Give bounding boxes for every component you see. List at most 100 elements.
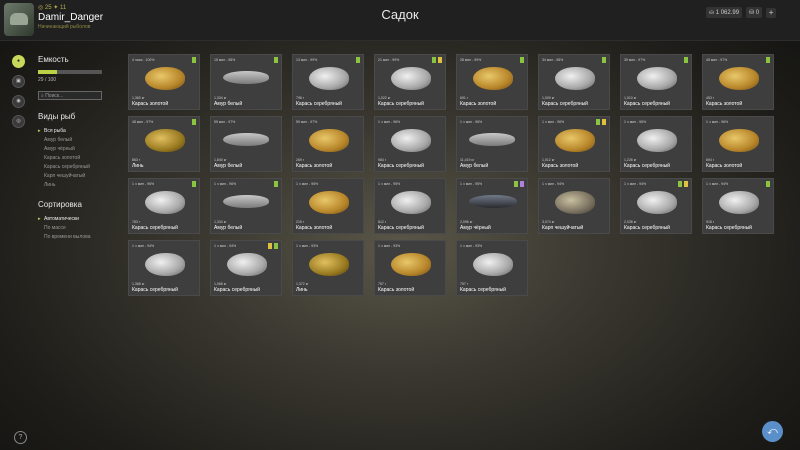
search-input[interactable]: ⌕ Поиск... (38, 91, 102, 100)
fish-card[interactable]: 1 ч мин - 96% 783 г Карась серебряный (128, 178, 200, 234)
fish-card[interactable]: 1 ч мин - 93% 1,372 кг Линь (292, 240, 364, 296)
fish-weight: 453 г (706, 96, 715, 100)
fish-catch-time: 1 ч мин - 94% (132, 244, 155, 248)
fish-catch-time: 1 ч мин - 94% (214, 244, 237, 248)
fish-weight: 1,009 кг (542, 96, 555, 100)
fish-catch-time: 55 мин - 97% (214, 120, 236, 124)
sort-option[interactable]: По времени вылова (38, 233, 106, 242)
fish-weight: 3,074 кг (542, 220, 555, 224)
fish-name: Карась золотой (296, 163, 333, 169)
fish-card[interactable]: 1 ч мин - 96% 1,012 кг Карась золотой (538, 116, 610, 172)
fish-card[interactable]: 1 ч мин - 94% 918 г Карась серебряный (702, 178, 774, 234)
fish-weight: 1,368 кг (132, 282, 145, 286)
fish-catch-time: 48 мин - 97% (132, 120, 154, 124)
fish-name: Карась серебряный (378, 225, 424, 231)
fish-card[interactable]: 1 ч мин - 94% 3,074 кг Карп чешуйчатый (538, 178, 610, 234)
fish-card[interactable]: 28 мин - 99% 691 г Карась золотой (456, 54, 528, 110)
species-filter-option[interactable]: Амур чёрный (38, 145, 106, 154)
search-placeholder: Поиск... (45, 93, 64, 99)
fish-catch-time: 21 мин - 99% (378, 58, 400, 62)
fish-card[interactable]: 1 ч мин - 94% 1,068 кг Карась серебряный (210, 240, 282, 296)
fish-card[interactable]: 45 мин - 97% 453 г Карась золотой (702, 54, 774, 110)
species-filter-option[interactable]: Амур белый (38, 136, 106, 145)
shop-nav-icon[interactable]: ◉ (12, 95, 25, 108)
fish-card[interactable]: 1 ч мин - 95% 812 г Карась серебряный (374, 178, 446, 234)
fish-card[interactable]: 55 мин - 97% 1,840 кг Амур белый (210, 116, 282, 172)
fish-card[interactable]: 21 мин - 99% 1,022 кг Карась серебряный (374, 54, 446, 110)
fish-image (223, 71, 269, 84)
fish-catch-time: 1 ч мин - 96% (542, 120, 565, 124)
fish-card[interactable]: 15 мин - 98% 1,334 кг Амур белый (210, 54, 282, 110)
fish-card[interactable]: 59 мин - 97% 269 г Карась золотой (292, 116, 364, 172)
keepnet-nav-icon[interactable]: ● (12, 55, 25, 68)
fish-card[interactable]: 13 мин - 99% 798 г Карась серебряный (292, 54, 364, 110)
species-filter-option[interactable]: Карась серебряный (38, 163, 106, 172)
sort-option[interactable]: Автоматически (38, 215, 106, 224)
fish-card[interactable]: 4 часа - 100% 1,360 кг Карась золотой (128, 54, 200, 110)
trophy-flag-icon (766, 57, 770, 63)
fish-card[interactable]: 1 ч мин - 94% 1,368 кг Карась серебряный (128, 240, 200, 296)
fish-weight: 1,012 кг (542, 158, 555, 162)
fish-weight: 1,010 кг (624, 96, 637, 100)
sort-option[interactable]: По массе (38, 224, 106, 233)
inventory-nav-icon[interactable]: ▣ (12, 75, 25, 88)
species-filter-option[interactable]: Карась золотой (38, 154, 106, 163)
fish-card[interactable]: 1 ч мин - 96% 984 г Карась серебряный (374, 116, 446, 172)
fish-card[interactable]: 1 ч мин - 96% 215 г Карась золотой (292, 178, 364, 234)
fish-name: Амур белый (214, 163, 243, 169)
fish-name: Карась серебряный (378, 163, 424, 169)
trophy-flag-icon (602, 57, 606, 63)
fish-card[interactable]: 34 мин - 98% 1,009 кг Карась серебряный (538, 54, 610, 110)
trophy-flag-icon (514, 181, 518, 187)
trophy-flag-icon (684, 57, 688, 63)
fish-image (555, 129, 595, 152)
fish-catch-time: 1 ч мин - 96% (378, 120, 401, 124)
misc-nav-icon[interactable]: ◎ (12, 115, 25, 128)
fish-name: Карась серебряный (296, 101, 342, 107)
fish-weight: 1,334 кг (214, 96, 227, 100)
fish-image (227, 253, 267, 276)
fish-weight: 2,038 кг (624, 220, 637, 224)
release-fish-button[interactable]: ⤺ (762, 421, 783, 442)
fish-name: Амур чёрный (460, 225, 491, 231)
species-title: Виды рыб (38, 112, 76, 121)
fish-catch-time: 1 ч мин - 95% (378, 182, 401, 186)
capacity-title: Емкость (38, 55, 69, 64)
fish-card[interactable]: 1 ч мин - 95% 2,096 кг Амур чёрный (456, 178, 528, 234)
fish-card[interactable]: 1 ч мин - 96% 694 г Карась золотой (702, 116, 774, 172)
fish-catch-time: 39 мин - 97% (624, 58, 646, 62)
species-filter-option[interactable]: Вся рыба (38, 127, 106, 136)
fish-card[interactable]: 1 ч мин - 93% 757 г Карась золотой (374, 240, 446, 296)
fish-card[interactable]: 1 ч мин - 96% 1,334 кг Амур белый (210, 178, 282, 234)
species-filter-option[interactable]: Линь (38, 181, 106, 190)
help-icon[interactable]: ? (14, 431, 27, 444)
trophy-flag-icon (766, 181, 770, 187)
fish-image (145, 253, 185, 276)
fish-name: Карась золотой (460, 101, 497, 107)
fish-image (555, 191, 595, 214)
add-currency-button[interactable]: + (766, 7, 777, 18)
fish-card[interactable]: 1 ч мин - 93% 757 г Карась серебряный (456, 240, 528, 296)
sidebar: Емкость 29 / 100 ⌕ Поиск... Виды рыб Вся… (38, 55, 106, 252)
fish-card[interactable]: 1 ч мин - 96% 1,226 кг Карась серебряный (620, 116, 692, 172)
fish-image (223, 195, 269, 208)
fish-card[interactable]: 1 ч мин - 96% 11,419 кг Амур белый (456, 116, 528, 172)
fish-catch-time: 13 мин - 99% (296, 58, 318, 62)
fish-weight: 1,022 кг (378, 96, 391, 100)
fish-card[interactable]: 1 ч мин - 94% 2,038 кг Карась серебряный (620, 178, 692, 234)
fish-name: Карась серебряный (542, 101, 588, 107)
fish-image (391, 191, 431, 214)
fish-image (637, 67, 677, 90)
fish-image (309, 191, 349, 214)
species-filter-option[interactable]: Карп чешуйчатый (38, 172, 106, 181)
fish-name: Карп чешуйчатый (542, 225, 584, 231)
fish-card[interactable]: 39 мин - 97% 1,010 кг Карась серебряный (620, 54, 692, 110)
trophy-flag-icon (678, 181, 682, 187)
fish-weight: 1,068 кг (214, 282, 227, 286)
trophy-flag-icon (520, 181, 524, 187)
fish-catch-time: 45 мин - 97% (706, 58, 728, 62)
fish-image (309, 253, 349, 276)
fish-image (637, 129, 677, 152)
fish-card[interactable]: 48 мин - 97% 863 г Линь (128, 116, 200, 172)
fish-image (145, 191, 185, 214)
